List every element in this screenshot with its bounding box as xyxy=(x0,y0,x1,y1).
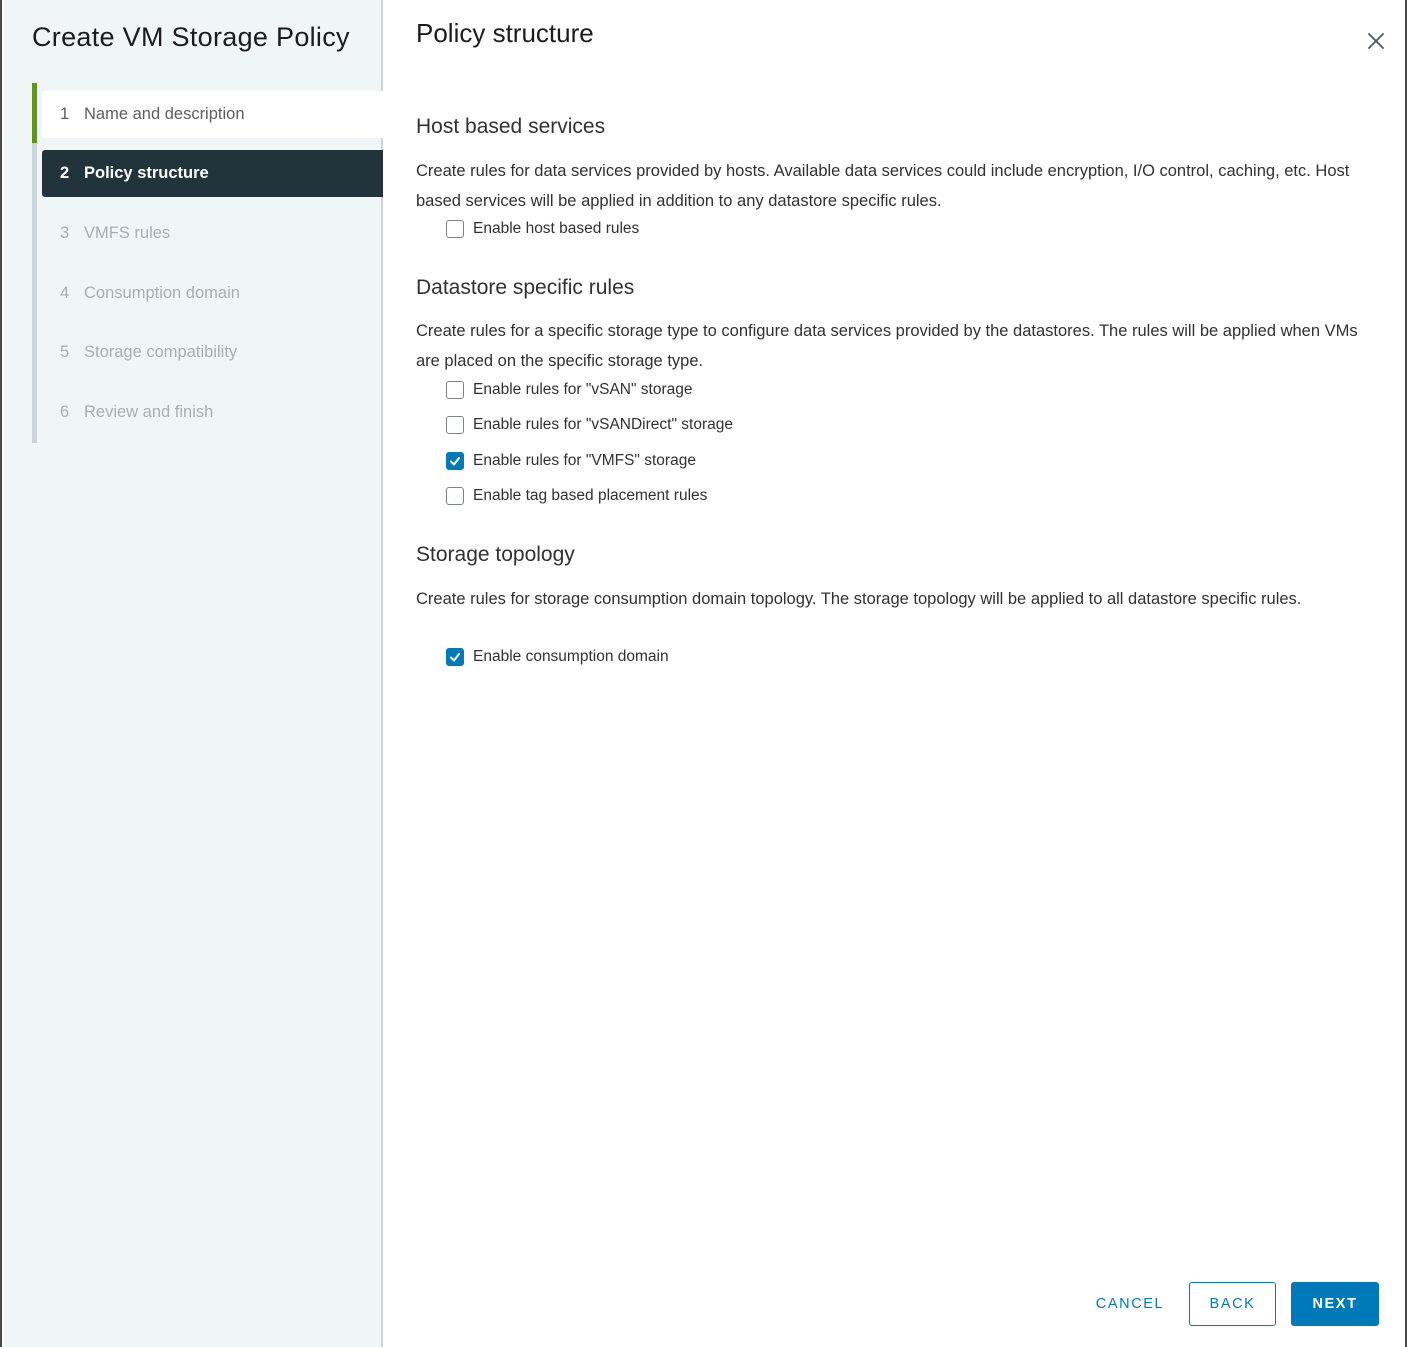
cancel-button[interactable]: CANCEL xyxy=(1078,1282,1182,1326)
wizard-title: Create VM Storage Policy xyxy=(32,22,350,52)
checkbox-label: Enable host based rules xyxy=(473,220,640,237)
step-policy-structure[interactable]: 2 Policy structure xyxy=(42,150,383,197)
checkbox-box[interactable] xyxy=(446,416,464,434)
close-button[interactable] xyxy=(1363,28,1389,54)
section-description-datastore: Create rules for a specific storage type… xyxy=(416,322,1358,370)
step-progress-done xyxy=(32,83,37,143)
step-consumption-domain: 4 Consumption domain xyxy=(42,270,383,317)
step-label: Review and finish xyxy=(84,403,214,421)
enable-vsandirect-rules-checkbox[interactable]: Enable rules for "vSANDirect" storage xyxy=(446,416,733,434)
enable-consumption-domain-checkbox[interactable]: Enable consumption domain xyxy=(446,648,669,666)
checkmark-icon xyxy=(450,457,460,466)
next-button[interactable]: NEXT xyxy=(1291,1282,1379,1326)
section-description-host: Create rules for data services provided … xyxy=(416,162,1350,210)
step-number: 4 xyxy=(60,284,70,302)
wizard-sidebar: Create VM Storage Policy 1 Name and desc… xyxy=(4,0,383,1347)
step-number: 6 xyxy=(60,403,70,421)
checkbox-box[interactable] xyxy=(446,487,464,505)
step-name-and-description[interactable]: 1 Name and description xyxy=(42,91,383,138)
enable-vsan-rules-checkbox[interactable]: Enable rules for "vSAN" storage xyxy=(446,381,693,399)
section-description-topology: Create rules for storage consumption dom… xyxy=(416,590,1302,608)
section-title-datastore-specific-rules: Datastore specific rules xyxy=(416,276,635,299)
step-label: Name and description xyxy=(84,105,245,123)
checkbox-label: Enable consumption domain xyxy=(473,648,669,665)
checkbox-box-checked[interactable] xyxy=(446,648,464,666)
section-title-host-based-services: Host based services xyxy=(416,115,606,138)
checkbox-label: Enable tag based placement rules xyxy=(473,487,708,504)
step-number: 3 xyxy=(60,224,70,242)
close-icon xyxy=(1368,33,1384,49)
back-button[interactable]: BACK xyxy=(1189,1282,1276,1326)
enable-vmfs-rules-checkbox[interactable]: Enable rules for "VMFS" storage xyxy=(446,452,696,470)
enable-host-based-rules-checkbox[interactable]: Enable host based rules xyxy=(446,220,639,238)
checkbox-label: Enable rules for "vSANDirect" storage xyxy=(473,416,733,433)
enable-tag-based-placement-rules-checkbox[interactable]: Enable tag based placement rules xyxy=(446,487,707,505)
main-panel: Policy structure Host based services Cre… xyxy=(385,0,1407,1347)
step-review-and-finish: 6 Review and finish xyxy=(42,389,383,436)
checkbox-box[interactable] xyxy=(446,220,464,238)
page-title: Policy structure xyxy=(416,18,594,48)
create-vm-storage-policy-dialog: Create VM Storage Policy 1 Name and desc… xyxy=(0,0,1407,1347)
step-vmfs-rules: 3 VMFS rules xyxy=(42,210,383,257)
checkbox-box[interactable] xyxy=(446,381,464,399)
checkbox-label: Enable rules for "VMFS" storage xyxy=(473,452,696,469)
checkbox-label: Enable rules for "vSAN" storage xyxy=(473,381,693,398)
step-number: 2 xyxy=(60,164,70,182)
step-label: Storage compatibility xyxy=(84,343,238,361)
step-number: 5 xyxy=(60,343,70,361)
section-title-storage-topology: Storage topology xyxy=(416,543,575,566)
checkbox-box-checked[interactable] xyxy=(446,452,464,470)
step-label: Consumption domain xyxy=(84,284,240,302)
step-number: 1 xyxy=(60,105,70,123)
checkmark-icon xyxy=(450,653,460,662)
step-storage-compatibility: 5 Storage compatibility xyxy=(42,329,383,376)
step-label: Policy structure xyxy=(84,164,209,182)
step-label: VMFS rules xyxy=(84,224,171,242)
